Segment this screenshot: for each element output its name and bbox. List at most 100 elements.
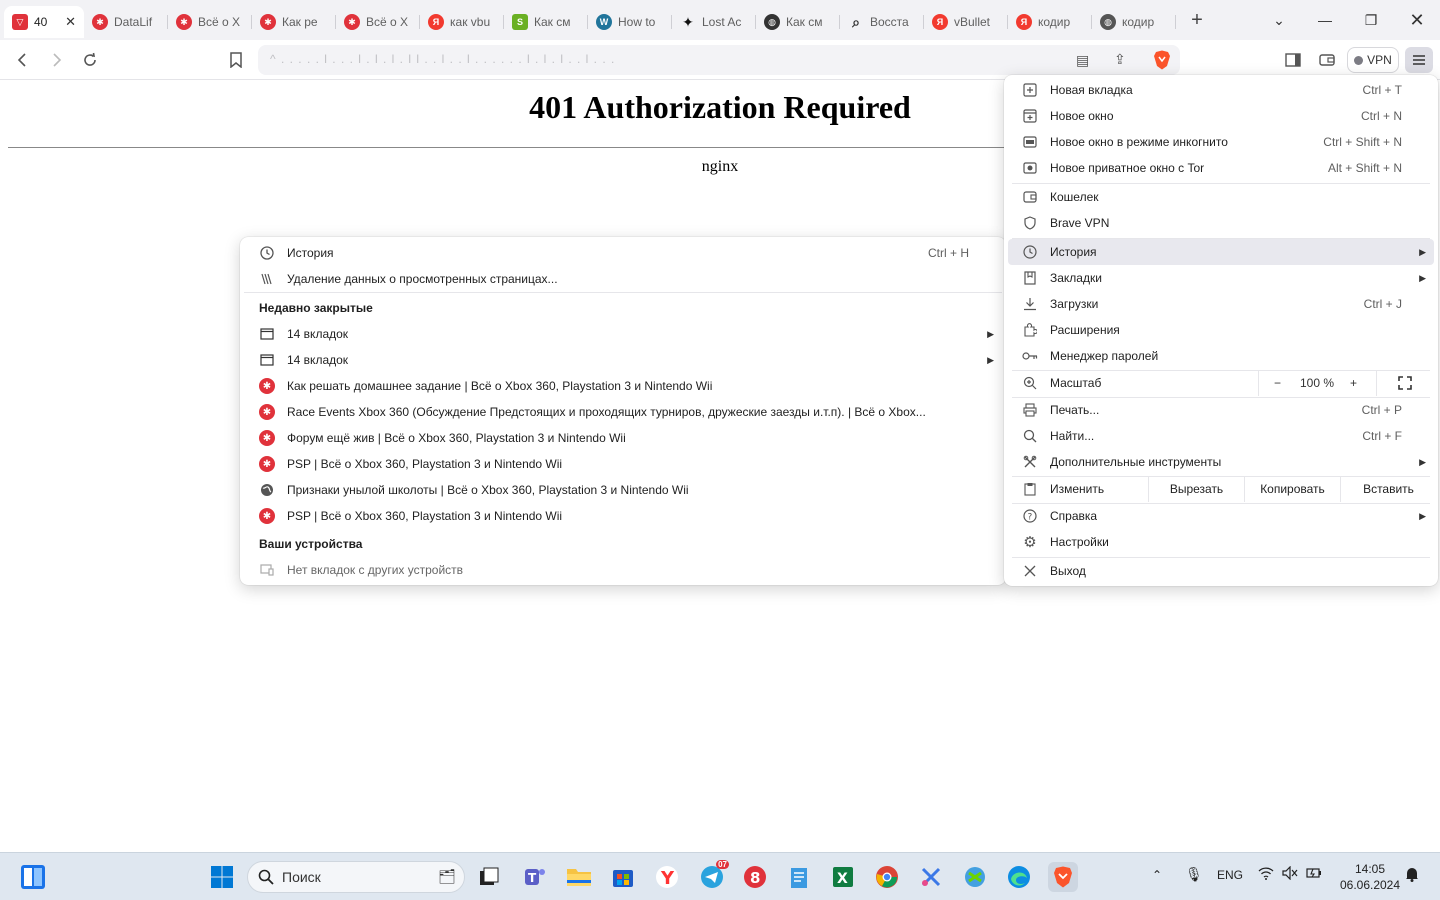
- recently-closed-item[interactable]: ✱ Race Events Xbox 360 (Обсуждение Предст…: [240, 399, 1006, 425]
- edge-icon[interactable]: [1004, 862, 1034, 892]
- menu-tor-window[interactable]: Новое приватное окно с Tor Alt + Shift +…: [1004, 155, 1438, 181]
- yandex-browser-icon[interactable]: Y: [652, 862, 682, 892]
- paste-button[interactable]: Вставить: [1340, 476, 1436, 502]
- search-icon: ⌕: [852, 13, 860, 30]
- browser-tab[interactable]: ✱ DataLif: [84, 6, 168, 38]
- menu-bookmarks[interactable]: Закладки ▶: [1004, 265, 1438, 291]
- history-submenu: История Ctrl + H Удаление данных о просм…: [240, 237, 1006, 585]
- wallet-button[interactable]: [1313, 46, 1341, 74]
- menu-new-window[interactable]: Новое окно Ctrl + N: [1004, 103, 1438, 129]
- brave-shields-icon[interactable]: [1153, 50, 1171, 70]
- browser-tab[interactable]: ✱ Всё о X: [336, 6, 420, 38]
- tab-title: DataLif: [114, 15, 153, 29]
- history-item[interactable]: История Ctrl + H: [240, 240, 1006, 266]
- tray-overflow-icon[interactable]: ⌃: [1152, 868, 1162, 882]
- recently-closed-item[interactable]: ✱ Как решать домашнее задание | Всё о Xbo…: [240, 373, 1006, 399]
- teams-icon[interactable]: T: [520, 862, 550, 892]
- store-icon[interactable]: [608, 862, 638, 892]
- clock[interactable]: 14:05 06.06.2024: [1330, 861, 1410, 893]
- excel-icon[interactable]: X: [828, 862, 858, 892]
- recently-closed-item[interactable]: 14 вкладок ▶: [240, 347, 1006, 373]
- menu-help[interactable]: ? Справка ▶: [1004, 503, 1438, 529]
- browser-tab[interactable]: ЯvBullet: [924, 6, 1008, 38]
- chrome-icon[interactable]: [872, 862, 902, 892]
- start-button[interactable]: [207, 862, 237, 892]
- file-explorer-icon[interactable]: [564, 862, 594, 892]
- taskbar-search[interactable]: Поиск 🗂: [247, 861, 465, 893]
- menu-print[interactable]: Печать... Ctrl + P: [1004, 397, 1438, 423]
- browser-tab[interactable]: ▽ 40 ✕: [4, 6, 84, 38]
- browser-tab[interactable]: ◍ кодир: [1092, 6, 1176, 38]
- browser-tab[interactable]: ✱ Всё о X: [168, 6, 252, 38]
- task-view-icon[interactable]: [474, 862, 504, 892]
- address-bar[interactable]: ^ . . . . . l . . . l . l . l . l l . . …: [258, 45, 1180, 75]
- main-menu-button[interactable]: [1405, 47, 1433, 73]
- vpn-shield-icon: [1022, 215, 1038, 231]
- yandex-icon: Я: [1016, 14, 1032, 30]
- widgets-icon[interactable]: [18, 862, 48, 892]
- menu-extensions[interactable]: Расширения: [1004, 317, 1438, 343]
- gear-icon: ⚙: [1023, 534, 1037, 551]
- telegram-icon[interactable]: 07: [697, 860, 729, 892]
- restore-button[interactable]: ❐: [1348, 0, 1394, 40]
- browser-tab[interactable]: ✱ Как ре: [252, 6, 336, 38]
- menu-downloads[interactable]: Загрузки Ctrl + J: [1004, 291, 1438, 317]
- zoom-in-button[interactable]: +: [1350, 376, 1357, 390]
- menu-new-tab[interactable]: Новая вкладка Ctrl + T: [1004, 77, 1438, 103]
- menu-find[interactable]: Найти... Ctrl + F: [1004, 423, 1438, 449]
- zoom-out-button[interactable]: −: [1274, 376, 1281, 390]
- menu-password-manager[interactable]: Менеджер паролей: [1004, 343, 1438, 369]
- tab-search-icon[interactable]: ⌄: [1256, 0, 1302, 40]
- bookmark-button[interactable]: [222, 46, 250, 74]
- forward-button[interactable]: [42, 46, 70, 74]
- reload-button[interactable]: [76, 46, 104, 74]
- compass-icon: ✦: [682, 13, 694, 30]
- wifi-icon[interactable]: [1258, 866, 1274, 883]
- yandex-app-icon[interactable]: 8: [740, 862, 770, 892]
- recently-closed-item[interactable]: 14 вкладок ▶: [240, 321, 1006, 347]
- browser-tab[interactable]: Якак vbu: [420, 6, 504, 38]
- close-tab-icon[interactable]: ✕: [65, 14, 76, 30]
- new-tab-button[interactable]: +: [1182, 5, 1212, 35]
- minimize-button[interactable]: —: [1302, 0, 1348, 40]
- menu-history[interactable]: История ▶: [1008, 239, 1434, 265]
- menu-settings[interactable]: ⚙ Настройки: [1004, 529, 1438, 555]
- clear-browsing-data-item[interactable]: Удаление данных о просмотренных страница…: [240, 266, 1006, 292]
- brave-taskbar-icon[interactable]: [1048, 862, 1078, 892]
- language-indicator[interactable]: ENG: [1217, 868, 1243, 882]
- notifications-bell-icon[interactable]: [1405, 866, 1419, 885]
- share-icon[interactable]: ⇪: [1114, 51, 1126, 68]
- snipping-tool-icon[interactable]: [916, 862, 946, 892]
- sidebar-button[interactable]: [1279, 46, 1307, 74]
- reader-mode-icon[interactable]: ▤: [1076, 52, 1089, 69]
- browser-tab[interactable]: ◍ Как см: [756, 6, 840, 38]
- browser-tab[interactable]: ⌕ Восста: [840, 6, 924, 38]
- browser-tab[interactable]: ✦ Lost Ac: [672, 6, 756, 38]
- menu-brave-vpn[interactable]: Brave VPN: [1004, 210, 1438, 236]
- vpn-button[interactable]: VPN: [1347, 47, 1399, 73]
- recently-closed-item[interactable]: ✱ Форум ещё жив | Всё о Xbox 360, Playsta…: [240, 425, 1006, 451]
- fullscreen-icon[interactable]: [1397, 375, 1413, 391]
- tools-app-icon[interactable]: [960, 862, 990, 892]
- browser-tab[interactable]: W How to: [588, 6, 672, 38]
- volume-muted-icon[interactable]: [1282, 865, 1298, 883]
- recently-closed-item[interactable]: Признаки унылой школоты | Всё о Xbox 360…: [240, 477, 1006, 503]
- menu-exit[interactable]: Выход: [1004, 558, 1438, 584]
- recently-closed-item[interactable]: ✱ PSP | Всё о Xbox 360, Playstation 3 и N…: [240, 451, 1006, 477]
- copy-button[interactable]: Копировать: [1244, 476, 1340, 502]
- tab-title: How to: [618, 15, 656, 29]
- microphone-icon[interactable]: 🎙: [1185, 866, 1203, 883]
- back-button[interactable]: [9, 46, 37, 74]
- close-window-button[interactable]: ✕: [1394, 0, 1440, 40]
- browser-tab[interactable]: S Как см: [504, 6, 588, 38]
- menu-wallet[interactable]: Кошелек: [1004, 184, 1438, 210]
- s-green-icon: S: [512, 14, 528, 30]
- menu-more-tools[interactable]: Дополнительные инструменты ▶: [1004, 449, 1438, 475]
- recently-closed-item[interactable]: ✱ PSP | Всё о Xbox 360, Playstation 3 и N…: [240, 503, 1006, 529]
- browser-tab[interactable]: Якодир: [1008, 6, 1092, 38]
- battery-icon[interactable]: [1306, 866, 1322, 883]
- notepad-icon[interactable]: [784, 862, 814, 892]
- cut-button[interactable]: Вырезать: [1148, 476, 1244, 502]
- bookmarks-icon: [1022, 270, 1038, 286]
- menu-incognito[interactable]: Новое окно в режиме инкогнито Ctrl + Shi…: [1004, 129, 1438, 155]
